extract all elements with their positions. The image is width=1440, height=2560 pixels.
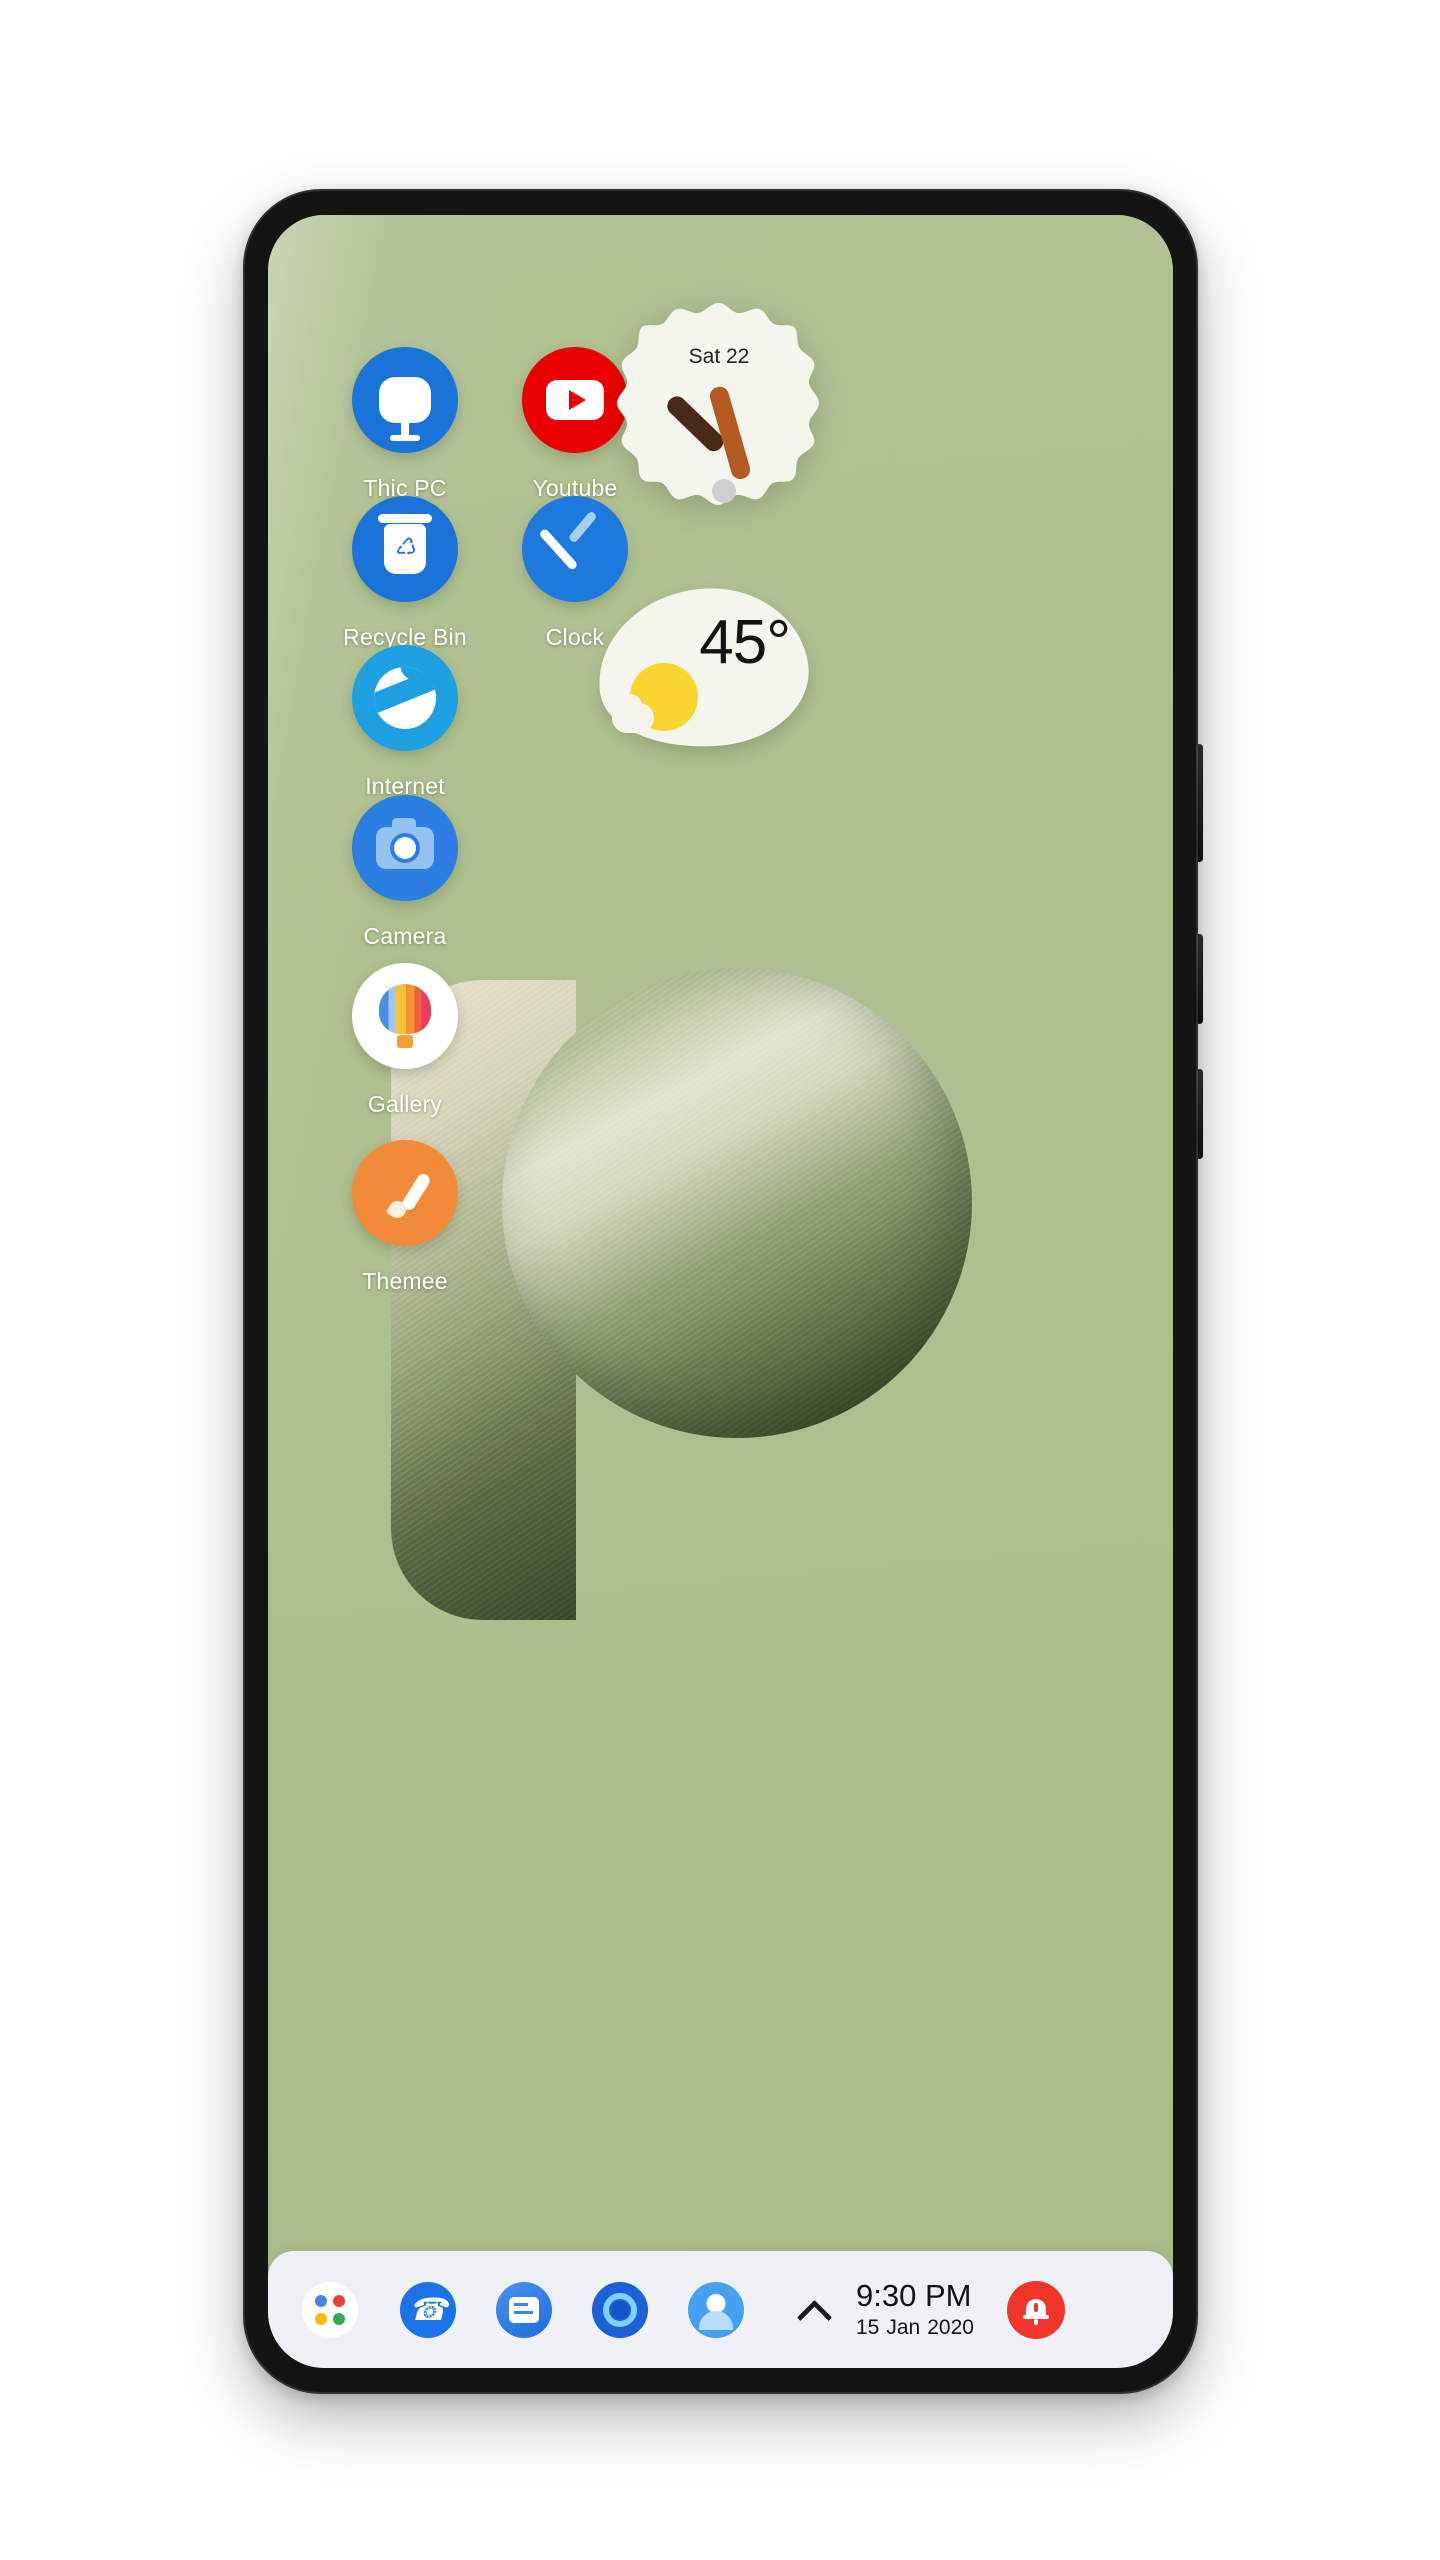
app-themee[interactable]: Themee <box>310 1140 500 1295</box>
balloon-icon <box>352 963 458 1069</box>
taskbar-time: 9:30 PM <box>856 2277 972 2313</box>
weather-widget[interactable]: 45° <box>590 578 816 758</box>
app-label: Camera <box>363 923 447 949</box>
clock-widget[interactable]: Sat 22 <box>610 299 828 517</box>
bell-icon <box>1022 2297 1049 2325</box>
camera-icon <box>352 795 458 901</box>
app-camera[interactable]: Camera <box>310 795 500 950</box>
taskbar-date-year: 2020 <box>927 2316 974 2340</box>
edge-icon <box>352 645 458 751</box>
chevron-up-icon[interactable] <box>798 2293 832 2327</box>
clock-center-dot <box>712 479 736 503</box>
phone-icon: ☎ <box>408 2292 448 2327</box>
phone-screen: Thic PC Youtube ♺ Recycle Bin Clock Inte… <box>268 215 1173 2368</box>
notification-button[interactable] <box>1006 2280 1065 2339</box>
messages-app-button[interactable] <box>496 2281 552 2338</box>
cortana-button[interactable] <box>592 2281 648 2338</box>
monitor-icon <box>352 347 458 453</box>
weather-temperature: 45° <box>699 608 791 677</box>
power-button[interactable] <box>1196 744 1203 862</box>
app-gallery[interactable]: Gallery <box>310 963 500 1118</box>
windows-start-icon <box>315 2294 345 2325</box>
taskbar: ☎ 9:30 PM 15 Jan 2020 <box>268 2251 1173 2368</box>
cloud-icon <box>612 694 654 733</box>
paintbrush-icon <box>352 1140 458 1246</box>
cortana-icon <box>603 2292 637 2327</box>
app-internet[interactable]: Internet <box>310 645 500 800</box>
app-label: Gallery <box>367 1091 443 1117</box>
taskbar-date-day: 15 <box>856 2316 880 2340</box>
start-button[interactable] <box>302 2281 358 2338</box>
trash-icon: ♺ <box>352 496 458 602</box>
app-label: Themee <box>362 1268 448 1294</box>
app-recycle-bin[interactable]: ♺ Recycle Bin <box>310 496 500 651</box>
people-app-button[interactable] <box>688 2281 744 2338</box>
taskbar-clock[interactable]: 9:30 PM 15 Jan 2020 <box>856 2277 981 2340</box>
taskbar-date: 15 Jan 2020 <box>856 2317 981 2339</box>
volume-up-button[interactable] <box>1196 934 1203 1024</box>
phone-app-button[interactable]: ☎ <box>400 2281 456 2338</box>
people-icon-body <box>699 2310 733 2330</box>
messages-icon <box>509 2296 539 2323</box>
phone-device-frame: Thic PC Youtube ♺ Recycle Bin Clock Inte… <box>243 189 1203 2394</box>
taskbar-date-month: Jan <box>886 2316 921 2340</box>
app-thic-pc[interactable]: Thic PC <box>310 347 500 502</box>
volume-down-button[interactable] <box>1196 1069 1203 1159</box>
clock-widget-date: Sat 22 <box>688 345 750 368</box>
